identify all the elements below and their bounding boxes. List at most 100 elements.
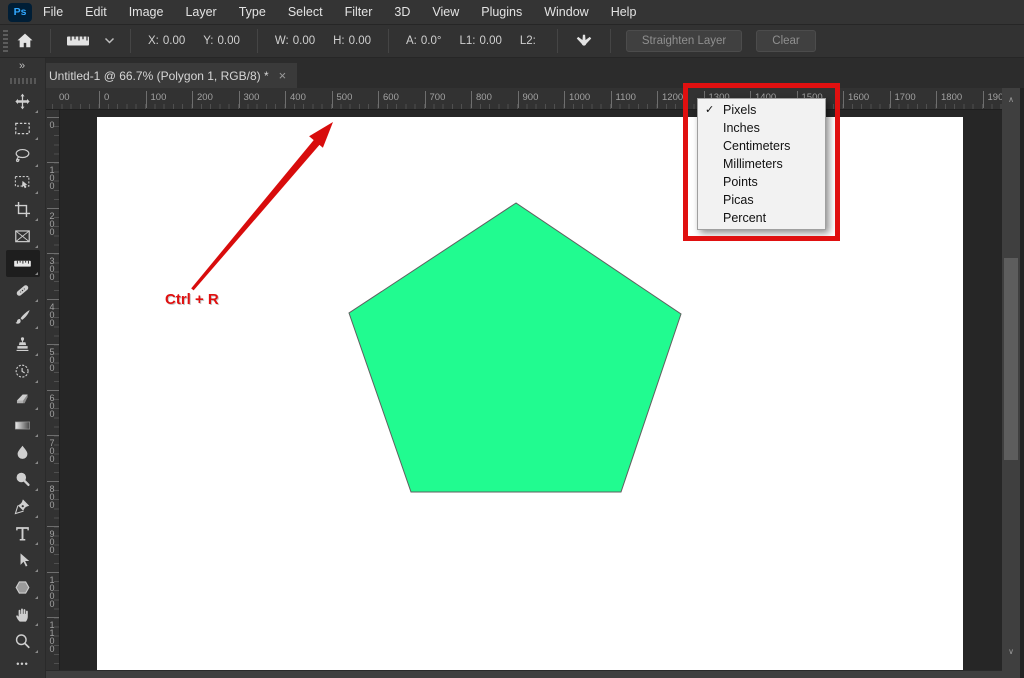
vertical-ruler[interactable]: 010020030040050060070080090010001100 [46, 110, 60, 670]
eraser-tool-button[interactable] [6, 385, 40, 412]
shortcut-annotation: Ctrl + R [165, 291, 219, 308]
h-ruler-label: 400 [285, 91, 306, 108]
h-ruler-label: 1000 [564, 91, 590, 108]
menu-help[interactable]: Help [600, 0, 648, 25]
v-ruler-label: 300 [47, 253, 59, 280]
unit-menu-item-points[interactable]: Points [698, 173, 825, 191]
h-ruler-label: 800 [471, 91, 492, 108]
object-selection-tool-button[interactable] [6, 169, 40, 196]
separator [610, 29, 611, 53]
clear-button[interactable]: Clear [756, 30, 815, 52]
move-tool-button[interactable] [6, 88, 40, 115]
v-ruler-label: 0 [47, 117, 59, 128]
document-tab[interactable]: Untitled-1 @ 66.7% (Polygon 1, RGB/8) * … [38, 63, 297, 88]
menu-items: FileEditImageLayerTypeSelectFilter3DView… [32, 0, 647, 25]
lasso-tool-button[interactable] [6, 142, 40, 169]
toolbar-expand-icon[interactable]: » [19, 58, 26, 74]
menu-edit[interactable]: Edit [74, 0, 118, 25]
v-ruler-label: 700 [47, 435, 59, 462]
rectangular-marquee-tool-button[interactable] [6, 115, 40, 142]
scrollbar-corner [1002, 670, 1020, 678]
ruler-tool-preset-icon[interactable] [59, 25, 97, 58]
menu-file[interactable]: File [32, 0, 74, 25]
field-a[interactable]: A:0.0° [406, 35, 441, 47]
h-ruler-label: 00 [55, 91, 70, 108]
scroll-down-icon[interactable]: ∨ [1002, 640, 1020, 662]
field-h[interactable]: H:0.00 [333, 35, 371, 47]
checkmark-icon: ✓ [705, 101, 714, 119]
menu-bar: Ps FileEditImageLayerTypeSelectFilter3DV… [0, 0, 1024, 25]
blur-tool-button[interactable] [6, 439, 40, 466]
options-bar: X:0.00 Y:0.00 W:0.00 H:0.00 A:0.0° L1:0.00 L2:… [0, 25, 1024, 58]
pen-tool-button[interactable] [6, 493, 40, 520]
h-ruler-label: 300 [239, 91, 260, 108]
menu-type[interactable]: Type [228, 0, 277, 25]
unit-menu-item-percent[interactable]: Percent [698, 209, 825, 227]
tab-close-icon[interactable]: × [279, 68, 287, 83]
more-tools-icon[interactable]: ••• [16, 655, 28, 673]
menu-window[interactable]: Window [533, 0, 599, 25]
menu-plugins[interactable]: Plugins [470, 0, 533, 25]
hand-tool-button[interactable] [6, 601, 40, 628]
zoom-tool-button[interactable] [6, 628, 40, 655]
level-icon[interactable] [566, 25, 602, 58]
polygon-shape-tool-button[interactable] [6, 574, 40, 601]
vertical-scrollbar[interactable]: ∧ ∨ [1002, 88, 1020, 670]
path-selection-tool-button[interactable] [6, 547, 40, 574]
h-ruler-label: 0 [99, 91, 109, 108]
h-ruler-label: 1100 [611, 91, 636, 108]
spot-healing-brush-tool-button[interactable] [6, 277, 40, 304]
crop-tool-button[interactable] [6, 196, 40, 223]
photoshop-logo-icon: Ps [8, 3, 32, 22]
h-ruler-label: 1200 [657, 91, 683, 108]
menu-image[interactable]: Image [118, 0, 175, 25]
v-ruler-label: 900 [47, 526, 59, 553]
h-ruler-label: 1800 [936, 91, 962, 108]
field-y[interactable]: Y:0.00 [203, 35, 240, 47]
separator [557, 29, 558, 53]
scroll-up-icon[interactable]: ∧ [1002, 88, 1020, 110]
horizontal-ruler[interactable]: 0001002003004005006007008009001000110012… [46, 88, 1002, 110]
pentagon-shape [349, 203, 681, 492]
separator [257, 29, 258, 53]
h-ruler-label: 700 [425, 91, 446, 108]
type-tool-button[interactable] [6, 520, 40, 547]
v-ruler-label: 400 [47, 299, 59, 326]
menu-layer[interactable]: Layer [174, 0, 227, 25]
field-l1[interactable]: L1:0.00 [459, 35, 501, 47]
field-l2[interactable]: L2: [520, 35, 540, 47]
gradient-tool-button[interactable] [6, 412, 40, 439]
unit-menu-item-inches[interactable]: Inches [698, 119, 825, 137]
clone-stamp-tool-button[interactable] [6, 331, 40, 358]
v-ruler-label: 1000 [47, 572, 59, 607]
h-ruler-label: 100 [146, 91, 167, 108]
unit-menu-item-millimeters[interactable]: Millimeters [698, 155, 825, 173]
straighten-layer-button[interactable]: Straighten Layer [626, 30, 742, 52]
horizontal-scrollbar[interactable] [46, 670, 1002, 678]
unit-menu-item-centimeters[interactable]: Centimeters [698, 137, 825, 155]
field-x[interactable]: X:0.00 [148, 35, 185, 47]
dodge-tool-button[interactable] [6, 466, 40, 493]
unit-menu-item-pixels[interactable]: ✓Pixels [698, 101, 825, 119]
h-ruler-label: 600 [378, 91, 399, 108]
ruler-tool-button[interactable] [6, 250, 40, 277]
history-brush-tool-button[interactable] [6, 358, 40, 385]
menu-filter[interactable]: Filter [334, 0, 384, 25]
v-ruler-label: 600 [47, 390, 59, 417]
v-ruler-label: 200 [47, 208, 59, 235]
menu-3d[interactable]: 3D [383, 0, 421, 25]
chevron-down-icon[interactable] [97, 25, 122, 58]
field-w[interactable]: W:0.00 [275, 35, 315, 47]
brush-tool-button[interactable] [6, 304, 40, 331]
home-button[interactable] [8, 25, 42, 58]
measurement-fields: X:0.00 Y:0.00 W:0.00 H:0.00 A:0.0° L1:0.00 L2: [139, 29, 549, 53]
h-ruler-label: 500 [332, 91, 353, 108]
document-canvas[interactable] [97, 117, 963, 670]
vertical-scrollbar-thumb[interactable] [1004, 258, 1018, 460]
separator [130, 29, 131, 53]
toolbar-grip[interactable] [10, 77, 36, 85]
menu-select[interactable]: Select [277, 0, 334, 25]
frame-tool-button[interactable] [6, 223, 40, 250]
menu-view[interactable]: View [421, 0, 470, 25]
unit-menu-item-picas[interactable]: Picas [698, 191, 825, 209]
